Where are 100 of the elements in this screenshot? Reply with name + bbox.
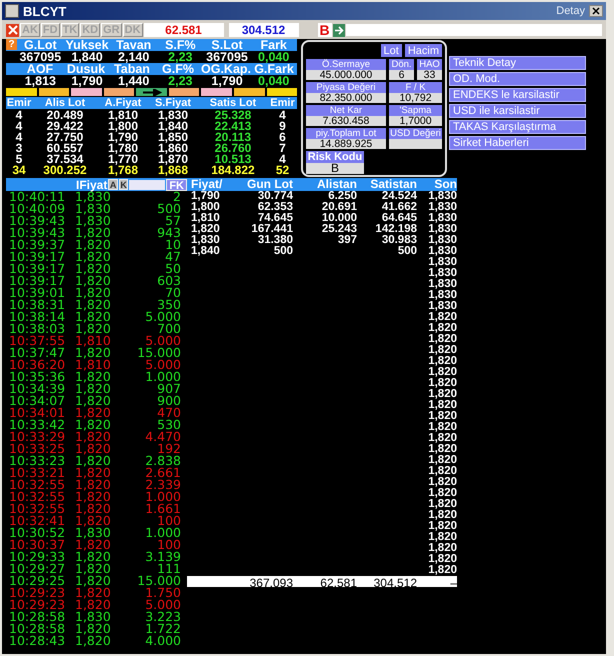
toggle-button[interactable]: Lot bbox=[380, 44, 402, 57]
table-cell: 1,840 bbox=[191, 245, 220, 257]
table-cell: 64.645 bbox=[382, 212, 417, 224]
column-header: Emir bbox=[6, 97, 32, 109]
trade-lot: 2.838 bbox=[144, 455, 181, 467]
table-cell: 1,830 bbox=[427, 224, 457, 235]
trade-price: 1,820 bbox=[75, 407, 112, 419]
detail-label: Detay bbox=[556, 5, 585, 17]
table-cell-text: 26.760 bbox=[214, 143, 252, 154]
table-cell: 1,830 bbox=[427, 268, 457, 279]
menu-button[interactable]: USD ile karsilastir bbox=[449, 104, 586, 118]
total-cell-text: 184.822 bbox=[210, 165, 256, 176]
field-value bbox=[389, 139, 442, 149]
trade-price: 1,830 bbox=[75, 611, 112, 623]
help-button[interactable]: ? bbox=[6, 39, 17, 50]
trade-time: 10:29:23 bbox=[8, 599, 66, 611]
trade-lot: 3.139 bbox=[144, 551, 181, 563]
summary-value: 1,790 bbox=[211, 75, 243, 87]
field-label: HAO bbox=[417, 59, 442, 70]
trade-lot: 700 bbox=[157, 323, 181, 335]
trade-lot: 5.000 bbox=[145, 359, 181, 371]
filter-button[interactable]: FK bbox=[166, 178, 187, 190]
trade-price: 1,820 bbox=[75, 551, 112, 563]
trade-price: 1,820 bbox=[75, 239, 112, 251]
trade-time: 10:34:01 bbox=[8, 407, 66, 419]
field-value: 14.889.925 bbox=[306, 139, 386, 149]
table-cell: 1,830 bbox=[427, 301, 457, 312]
trade-time: 10:30:52 bbox=[8, 527, 66, 539]
trade-time: 10:28:43 bbox=[8, 635, 66, 647]
close-button[interactable] bbox=[6, 24, 19, 36]
trade-time: 10:29:33 bbox=[8, 551, 66, 563]
column-header: S.Lot bbox=[210, 39, 244, 51]
arrow-icon[interactable] bbox=[332, 24, 345, 36]
field-label: USD Değeri bbox=[389, 128, 442, 139]
table-cell-text: 1,860 bbox=[156, 143, 190, 154]
trade-lot: 47 bbox=[164, 251, 181, 263]
menu-button[interactable]: Teknik Detay bbox=[449, 56, 586, 70]
trade-time: 10:32:55 bbox=[8, 503, 66, 515]
summary-value: 367095 bbox=[18, 51, 62, 63]
summary-value: 1,440 bbox=[117, 75, 150, 87]
summary-value: 367095 bbox=[205, 51, 249, 63]
table-cell: 142.198 bbox=[375, 223, 417, 235]
total-cell: 62.581 bbox=[320, 576, 357, 590]
column-header: OG.Kap. bbox=[201, 63, 252, 75]
menu-button[interactable]: Sirket Haberleri bbox=[449, 136, 586, 150]
table-cell: 1,800 bbox=[191, 201, 220, 213]
table-cell-text: 20.113 bbox=[214, 132, 252, 143]
table-cell: 1,820 bbox=[427, 334, 457, 345]
trade-price: 1,820 bbox=[75, 467, 112, 479]
summary-value: 0,040 bbox=[257, 51, 290, 63]
table-cell: 1,820 bbox=[427, 389, 457, 400]
trade-lot: 350 bbox=[157, 299, 181, 311]
table-cell: 1,820 bbox=[427, 433, 457, 444]
table-cell: 397 bbox=[338, 234, 357, 246]
trade-lot: 1.000 bbox=[144, 371, 181, 383]
table-cell-text: 37.534 bbox=[46, 154, 84, 165]
trade-lot: 1.722 bbox=[144, 623, 181, 635]
field-value: 45.000.000 bbox=[306, 70, 386, 80]
table-cell-text: 4 bbox=[279, 154, 286, 165]
summary-value: 2,23 bbox=[167, 51, 194, 63]
trade-time: 10:29:25 bbox=[8, 575, 66, 587]
trade-time: 10:33:42 bbox=[8, 419, 66, 431]
trade-lot: 900 bbox=[156, 395, 181, 407]
trade-lot: 100 bbox=[157, 539, 181, 551]
trade-price: 1,820 bbox=[75, 599, 112, 611]
column-header: Son bbox=[433, 178, 457, 191]
trade-time: 10:37:55 bbox=[8, 335, 66, 347]
trade-time: 10:28:58 bbox=[8, 611, 66, 623]
close-icon[interactable] bbox=[589, 5, 603, 17]
trade-lot: 15.000 bbox=[136, 575, 181, 587]
menu-button[interactable]: ENDEKS le karsilastir bbox=[449, 88, 586, 102]
sort-button[interactable]: A bbox=[108, 179, 118, 190]
menu-button[interactable]: TAKAS Karşılaştırma bbox=[449, 120, 586, 134]
trade-lot: 4.000 bbox=[144, 635, 181, 647]
table-cell: 500 bbox=[274, 245, 293, 257]
total-cell-text: 1,868 bbox=[156, 165, 190, 176]
trade-price: 1,820 bbox=[75, 455, 112, 467]
table-cell: 1,820 bbox=[427, 521, 457, 532]
table-cell: 1,820 bbox=[427, 323, 457, 334]
trade-price: 1,820 bbox=[75, 287, 112, 299]
trade-lot: 50 bbox=[165, 263, 181, 275]
menu-button[interactable]: OD. Mod. bbox=[449, 72, 586, 86]
table-cell: 6.250 bbox=[328, 190, 357, 202]
trade-time: 10:38:14 bbox=[8, 311, 66, 323]
trade-time: 10:33:21 bbox=[8, 467, 66, 479]
sort-button[interactable]: K bbox=[118, 179, 128, 190]
table-cell: 500 bbox=[398, 245, 417, 257]
trade-time: 10:39:17 bbox=[8, 275, 66, 287]
trade-lot: 3.223 bbox=[144, 611, 181, 623]
trade-price: 1,820 bbox=[75, 635, 112, 647]
table-cell: 1,830 bbox=[427, 202, 457, 213]
filter-field[interactable] bbox=[129, 180, 166, 190]
field-label: F / K bbox=[389, 82, 442, 93]
table-cell: 1,820 bbox=[427, 312, 457, 323]
toggle-button[interactable]: Hacim bbox=[404, 44, 442, 57]
trade-time: 10:32:55 bbox=[8, 479, 66, 491]
input-field[interactable] bbox=[346, 24, 602, 36]
table-cell-text: 1,840 bbox=[156, 121, 190, 132]
table-cell-text: 25.328 bbox=[214, 110, 252, 121]
table-cell: 1,820 bbox=[191, 223, 220, 235]
